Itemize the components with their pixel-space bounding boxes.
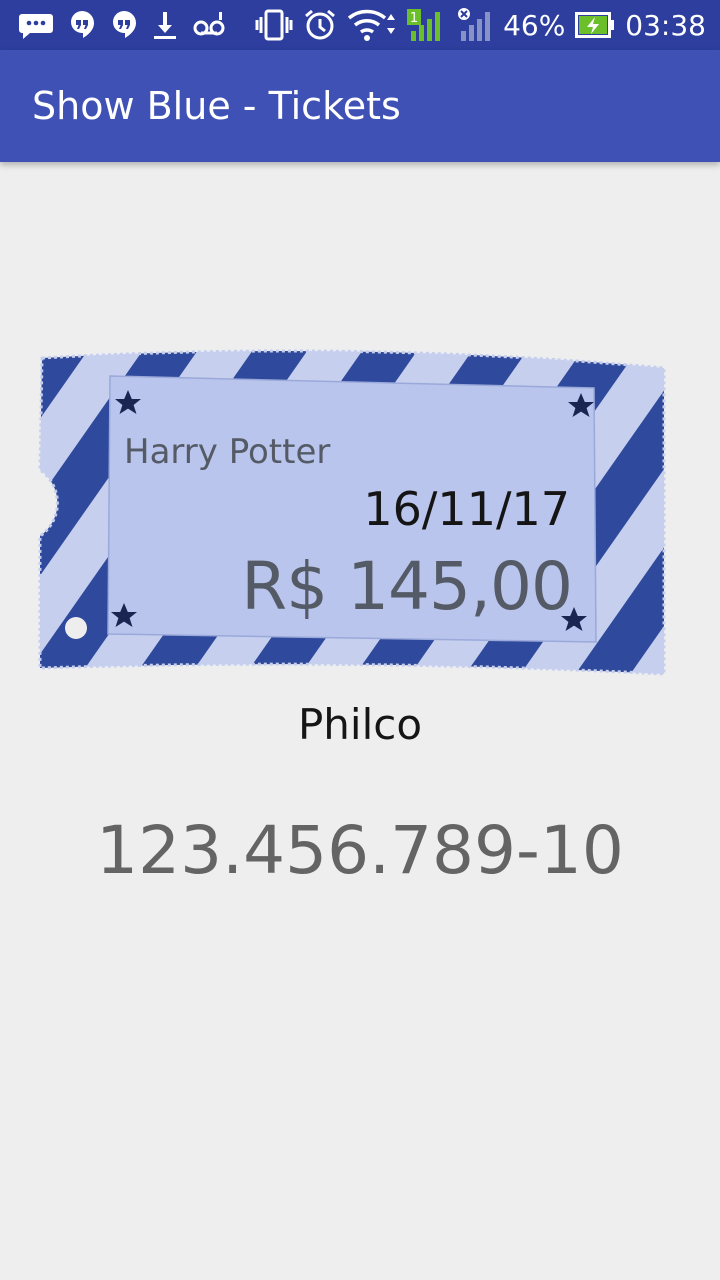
battery-percent: 46% bbox=[503, 8, 566, 42]
show-name: Harry Potter bbox=[124, 432, 331, 472]
battery-charging-icon bbox=[575, 11, 615, 39]
status-bar: 1 46% 03:38 bbox=[0, 0, 720, 50]
ticket-graphic bbox=[38, 349, 666, 676]
voicemail-icon bbox=[192, 10, 226, 40]
sim-label: 1 bbox=[410, 11, 418, 26]
download-icon bbox=[152, 9, 178, 41]
app-title: Show Blue - Tickets bbox=[32, 84, 401, 128]
ticket-price: R$ 145,00 bbox=[241, 548, 573, 625]
ticket-code: 123.456.789-10 bbox=[96, 812, 624, 889]
system-icons: 1 46% 03:38 bbox=[255, 0, 706, 50]
alarm-icon bbox=[303, 8, 337, 42]
wifi-icon bbox=[347, 8, 397, 42]
signal-icon: 1 bbox=[407, 7, 447, 43]
no-signal-icon bbox=[457, 7, 493, 43]
messages-icon bbox=[18, 10, 54, 40]
show-date: 16/11/17 bbox=[363, 482, 570, 536]
clock: 03:38 bbox=[625, 8, 706, 42]
app-bar: Show Blue - Tickets bbox=[0, 50, 720, 162]
hangouts-icon bbox=[68, 9, 96, 41]
hangouts-icon bbox=[110, 9, 138, 41]
ticket-card[interactable]: Harry Potter 16/11/17 R$ 145,00 bbox=[36, 346, 668, 682]
notification-icons bbox=[18, 0, 226, 50]
venue-name: Philco bbox=[297, 700, 423, 749]
vibrate-icon bbox=[255, 8, 293, 42]
